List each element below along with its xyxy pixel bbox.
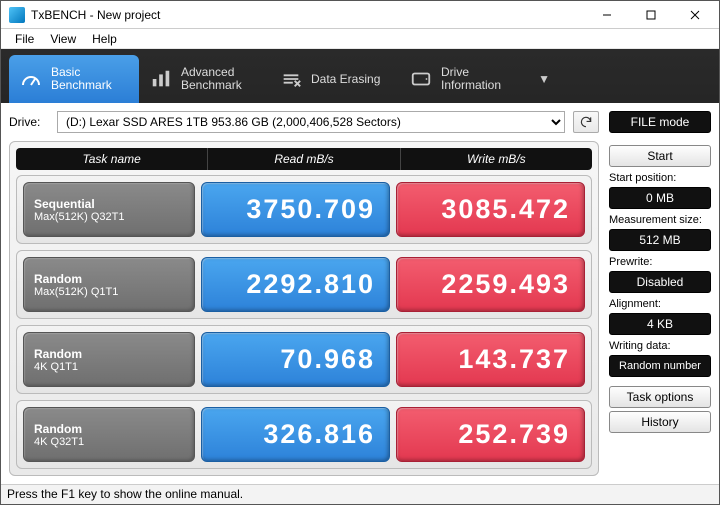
write-value: 3085.472: [396, 182, 585, 237]
tab-label: Basic Benchmark: [51, 66, 112, 92]
drive-label: Drive:: [9, 115, 49, 129]
tab-basic-benchmark[interactable]: Basic Benchmark: [9, 55, 139, 103]
menu-view[interactable]: View: [44, 30, 82, 48]
write-value: 2259.493: [396, 257, 585, 312]
tab-row: Basic Benchmark Advanced Benchmark Data …: [1, 49, 719, 103]
drive-row: Drive: (D:) Lexar SSD ARES 1TB 953.86 GB…: [9, 111, 599, 133]
close-button[interactable]: [673, 1, 717, 29]
task-name: Random: [34, 422, 184, 436]
maximize-button[interactable]: [629, 1, 673, 29]
drive-icon: [409, 67, 433, 91]
measurement-size-label: Measurement size:: [609, 214, 711, 226]
erase-icon: [279, 67, 303, 91]
read-value: 2292.810: [201, 257, 390, 312]
app-icon: [9, 7, 25, 23]
task-params: Max(512K) Q32T1: [34, 211, 184, 223]
refresh-button[interactable]: [573, 111, 599, 133]
task-name: Random: [34, 347, 184, 361]
titlebar: TxBENCH - New project: [1, 1, 719, 29]
start-position-value[interactable]: 0 MB: [609, 187, 711, 209]
tab-label: Drive Information: [441, 66, 501, 92]
tab-data-erasing[interactable]: Data Erasing: [269, 55, 399, 103]
write-value: 252.739: [396, 407, 585, 462]
header-task: Task name: [16, 148, 207, 170]
side-panel: FILE mode Start Start position: 0 MB Mea…: [609, 111, 711, 476]
status-bar: Press the F1 key to show the online manu…: [1, 484, 719, 504]
benchmark-row: RandomMax(512K) Q1T12292.8102259.493: [16, 250, 592, 319]
file-mode-button[interactable]: FILE mode: [609, 111, 711, 133]
refresh-icon: [579, 115, 593, 129]
measurement-size-value[interactable]: 512 MB: [609, 229, 711, 251]
tab-drive-information[interactable]: Drive Information: [399, 55, 529, 103]
menu-file[interactable]: File: [9, 30, 40, 48]
tab-dropdown[interactable]: ▼: [529, 55, 559, 103]
column-headers: Task name Read mB/s Write mB/s: [16, 148, 592, 170]
writing-data-label: Writing data:: [609, 340, 711, 352]
alignment-label: Alignment:: [609, 298, 711, 310]
read-value: 326.816: [201, 407, 390, 462]
task-params: 4K Q1T1: [34, 361, 184, 373]
task-params: 4K Q32T1: [34, 436, 184, 448]
task-name: Sequential: [34, 197, 184, 211]
drive-select[interactable]: (D:) Lexar SSD ARES 1TB 953.86 GB (2,000…: [57, 111, 565, 133]
header-read: Read mB/s: [207, 148, 399, 170]
start-position-label: Start position:: [609, 172, 711, 184]
window-title: TxBENCH - New project: [31, 8, 160, 22]
menubar: File View Help: [1, 29, 719, 49]
task-button[interactable]: Random4K Q1T1: [23, 332, 195, 387]
benchmark-row: Random4K Q32T1326.816252.739: [16, 400, 592, 469]
tab-label: Data Erasing: [311, 73, 380, 86]
task-button[interactable]: RandomMax(512K) Q1T1: [23, 257, 195, 312]
benchmark-panel: Task name Read mB/s Write mB/s Sequentia…: [9, 141, 599, 476]
chevron-down-icon: ▼: [538, 72, 550, 86]
task-options-button[interactable]: Task options: [609, 386, 711, 408]
minimize-button[interactable]: [585, 1, 629, 29]
task-button[interactable]: SequentialMax(512K) Q32T1: [23, 182, 195, 237]
task-params: Max(512K) Q1T1: [34, 286, 184, 298]
task-button[interactable]: Random4K Q32T1: [23, 407, 195, 462]
header-write: Write mB/s: [400, 148, 592, 170]
tab-advanced-benchmark[interactable]: Advanced Benchmark: [139, 55, 269, 103]
tab-label: Advanced Benchmark: [181, 66, 242, 92]
benchmark-row: SequentialMax(512K) Q32T13750.7093085.47…: [16, 175, 592, 244]
gauge-icon: [19, 67, 43, 91]
benchmark-row: Random4K Q1T170.968143.737: [16, 325, 592, 394]
start-button[interactable]: Start: [609, 145, 711, 167]
alignment-value[interactable]: 4 KB: [609, 313, 711, 335]
menu-help[interactable]: Help: [86, 30, 123, 48]
write-value: 143.737: [396, 332, 585, 387]
history-button[interactable]: History: [609, 411, 711, 433]
prewrite-value[interactable]: Disabled: [609, 271, 711, 293]
writing-data-value[interactable]: Random number: [609, 355, 711, 377]
task-name: Random: [34, 272, 184, 286]
chart-icon: [149, 67, 173, 91]
prewrite-label: Prewrite:: [609, 256, 711, 268]
read-value: 3750.709: [201, 182, 390, 237]
read-value: 70.968: [201, 332, 390, 387]
